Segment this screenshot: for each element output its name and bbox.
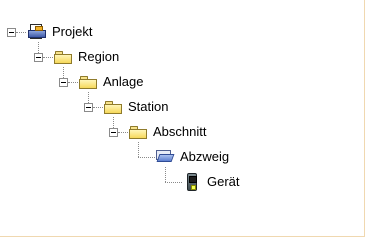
device-icon (182, 173, 202, 191)
tree-line (38, 42, 39, 53)
tree-node-region[interactable]: Region (53, 47, 119, 67)
folder-open-icon (155, 148, 175, 166)
tree-node-label: Projekt (52, 24, 93, 39)
tree-line (138, 142, 139, 157)
collapse-projekt-icon[interactable] (7, 28, 16, 37)
tree-line (118, 132, 128, 133)
tree-view[interactable]: Projekt Region Anlage Station Abschnitt … (0, 0, 365, 237)
tree-line (16, 32, 26, 33)
tree-node-anlage[interactable]: Anlage (78, 72, 143, 92)
tree-node-label: Abschnitt (153, 124, 207, 139)
folder-icon (103, 98, 123, 116)
tree-node-geraet[interactable]: Gerät (182, 172, 240, 192)
tree-line (165, 182, 182, 183)
tree-node-projekt[interactable]: Projekt (27, 22, 92, 42)
collapse-region-icon[interactable] (34, 53, 43, 62)
tree-line (165, 167, 166, 182)
tree-line (138, 157, 155, 158)
tree-line (93, 107, 103, 108)
tree-node-label: Abzweig (180, 149, 230, 164)
project-icon (27, 23, 47, 41)
tree-line (88, 92, 89, 103)
tree-node-label: Station (128, 99, 169, 114)
tree-node-abzweig[interactable]: Abzweig (155, 147, 229, 167)
tree-line (43, 57, 53, 58)
tree-line (68, 82, 78, 83)
folder-icon (53, 48, 73, 66)
folder-icon (78, 73, 98, 91)
tree-line (113, 117, 114, 128)
tree-node-label: Gerät (207, 174, 240, 189)
collapse-station-icon[interactable] (84, 103, 93, 112)
tree-node-label: Region (78, 49, 120, 64)
tree-node-label: Anlage (103, 74, 144, 89)
collapse-abschnitt-icon[interactable] (109, 128, 118, 137)
collapse-anlage-icon[interactable] (59, 78, 68, 87)
tree-line (63, 67, 64, 78)
tree-node-station[interactable]: Station (103, 97, 168, 117)
tree-node-abschnitt[interactable]: Abschnitt (128, 122, 206, 142)
folder-icon (128, 123, 148, 141)
